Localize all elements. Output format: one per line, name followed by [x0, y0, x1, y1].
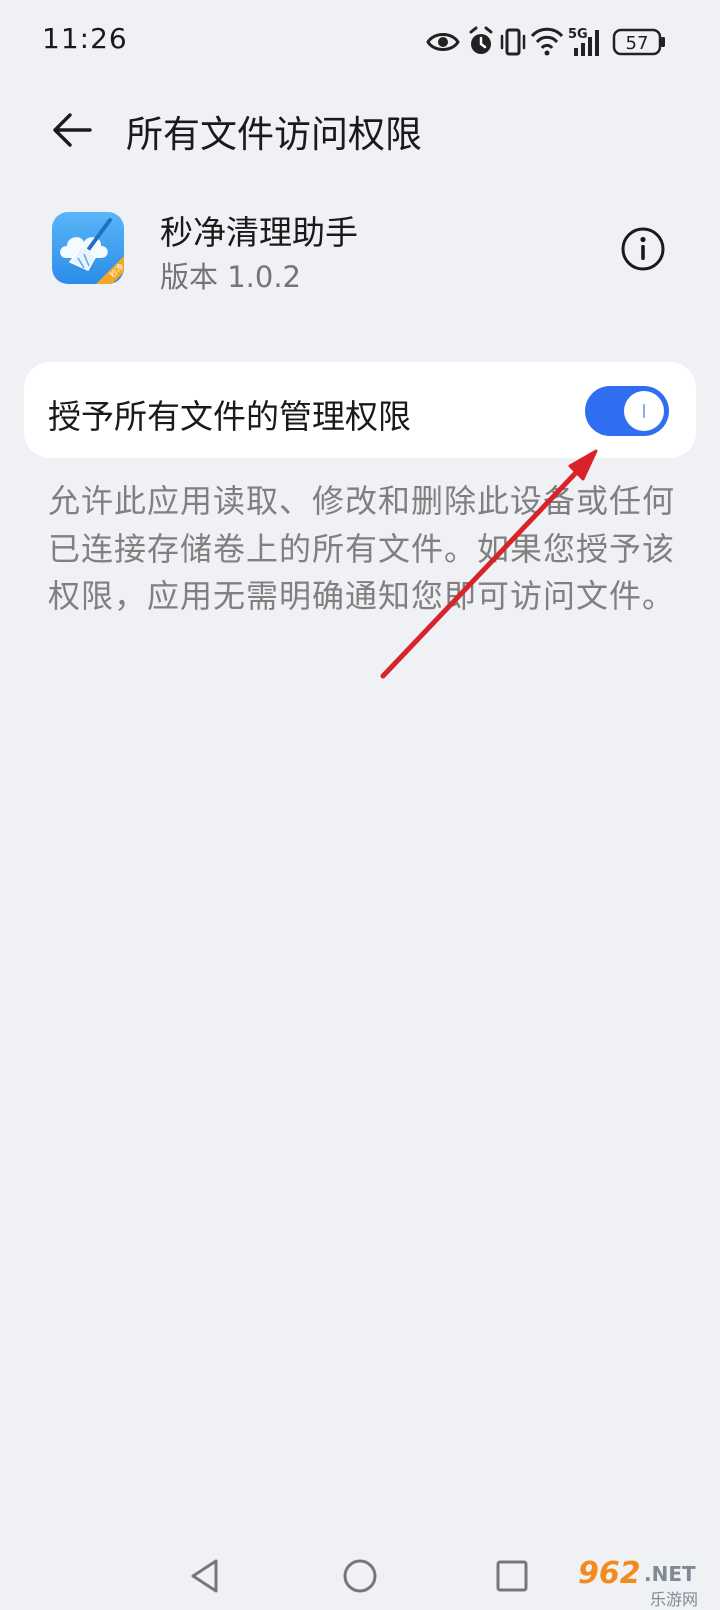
- back-button[interactable]: [40, 98, 104, 162]
- broom-cloud-app-icon: 秒净: [52, 212, 124, 284]
- app-name: 秒净清理助手: [160, 213, 358, 252]
- square-recents-icon: [496, 1560, 528, 1592]
- page-title: 所有文件访问权限: [126, 113, 422, 156]
- watermark-number: 962: [578, 1556, 641, 1591]
- network-label: 5G: [568, 27, 588, 42]
- toggle-knob: [624, 391, 664, 431]
- circle-home-icon: [343, 1559, 377, 1593]
- eye-icon: [426, 33, 460, 51]
- watermark-chinese: 乐游网: [650, 1590, 699, 1609]
- app-version: 版本 1.0.2: [160, 260, 302, 294]
- permission-toggle[interactable]: [585, 386, 669, 436]
- arrow-left-icon: [53, 113, 92, 147]
- app-icon: 秒净: [52, 212, 124, 284]
- status-time: 11:26: [42, 22, 128, 55]
- nav-home-button[interactable]: [332, 1548, 388, 1604]
- alarm-icon: [469, 26, 493, 54]
- battery-icon: 57: [612, 28, 665, 56]
- nav-back-button[interactable]: [178, 1548, 234, 1604]
- permission-label: 授予所有文件的管理权限: [48, 397, 411, 436]
- vibrate-icon: [500, 28, 526, 56]
- battery-level: 57: [626, 33, 649, 54]
- triangle-back-icon: [191, 1559, 218, 1593]
- info-icon: [621, 227, 665, 271]
- app-info-button[interactable]: [620, 226, 666, 272]
- nav-recents-button[interactable]: [484, 1548, 540, 1604]
- watermark-logo: 962 .NET 乐游网: [578, 1556, 712, 1609]
- signal-icon: 5G: [568, 27, 599, 56]
- permission-description: 允许此应用读取、修改和删除此设备或任何已连接存储卷上的所有文件。如果您授予该权限…: [48, 482, 676, 615]
- status-icons: 5G 57: [426, 26, 665, 56]
- toggle-on-mark: [643, 404, 645, 418]
- wifi-icon: [530, 27, 564, 56]
- watermark-suffix: .NET: [644, 1562, 696, 1586]
